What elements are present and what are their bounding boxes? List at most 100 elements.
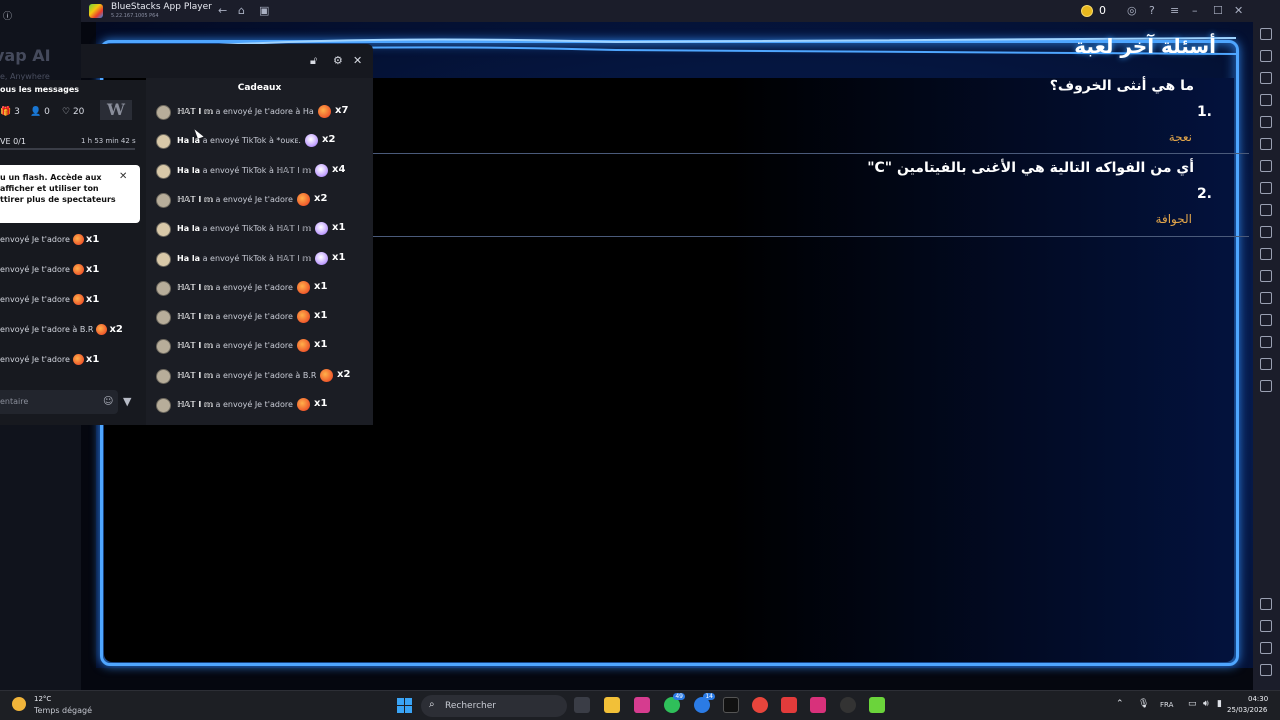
chrome-icon[interactable] (752, 697, 768, 713)
follows-stat: 👤 0 (30, 107, 50, 117)
tabs-icon[interactable]: ▣ (259, 4, 269, 17)
task-view-icon[interactable] (574, 697, 590, 713)
screen: أسئلة آخر لعبة ما هي أنثى الخروف؟ 1. نعج… (0, 0, 1280, 720)
back-icon[interactable]: ← (218, 4, 227, 17)
sender-name: ℍ𝔸𝕋 l 𝕞 (177, 312, 213, 322)
live-timer: 1 h 53 min 42 s (81, 137, 136, 145)
gift-row: Ha la a envoyé TikTok à ℍ𝔸𝕋 l 𝕞 x4 (156, 161, 371, 181)
comment-input[interactable]: entaire ☺ (0, 390, 118, 414)
network-icon[interactable]: ▭ (1188, 699, 1197, 709)
sidebar-tool-icon[interactable] (1260, 138, 1272, 150)
list-item: envoyé Je t'adore à B.R x2 (0, 324, 123, 335)
home-icon[interactable]: ⌂ (238, 4, 245, 17)
battery-icon[interactable]: ▮ (1217, 699, 1222, 709)
goal-progress-bar (0, 148, 135, 150)
sidebar-tool-icon[interactable] (1260, 182, 1272, 194)
gift-message: a envoyé Je t'adore (215, 400, 293, 409)
app-icon[interactable] (840, 697, 856, 713)
gift-text: Ha la a envoyé TikTok à ℍ𝔸𝕋 l 𝕞 (177, 224, 311, 233)
tiktok-gift-icon (315, 222, 328, 236)
gift-text: Ha la a envoyé TikTok à *ᴏᴜᴋᴇ. (177, 136, 301, 145)
question-separator (344, 236, 1249, 237)
tiktok-icon[interactable] (723, 697, 739, 713)
taskbar-search[interactable]: ⌕ Rechercher (421, 695, 567, 717)
gear-icon[interactable]: ⚙ (333, 54, 343, 67)
messages-header[interactable]: ous les messages (0, 85, 79, 94)
sidebar-tool-icon[interactable] (1260, 160, 1272, 172)
language-indicator[interactable]: FRA (1160, 701, 1173, 709)
gift-message: a envoyé Je t'adore (215, 341, 293, 351)
emoji-icon[interactable]: ☺ (103, 396, 113, 407)
whatsapp-badge: 49 (673, 693, 685, 700)
tray-chevron-icon[interactable]: ⌃ (1116, 699, 1124, 709)
weather-moon-icon[interactable] (12, 697, 26, 711)
home-icon[interactable] (1260, 642, 1272, 654)
sidebar-tool-icon[interactable] (1260, 50, 1272, 62)
gift-text: ℍ𝔸𝕋 l 𝕞 a envoyé Je t'adore à B.R (177, 371, 316, 380)
list-item: envoyé Je t'adore x1 (0, 354, 100, 365)
tiktok-live-icon[interactable] (810, 697, 826, 713)
maximize-icon[interactable]: ☐ (1213, 4, 1223, 17)
back-icon[interactable] (1260, 620, 1272, 632)
sidebar-tool-icon[interactable] (1260, 248, 1272, 260)
microphone-icon[interactable]: 🎙︎ (1138, 699, 1149, 709)
sidebar-tool-icon[interactable] (1260, 358, 1272, 370)
gift-message: a envoyé Je t'adore (215, 282, 293, 292)
search-icon: ⌕ (429, 699, 435, 710)
list-item: envoyé Je t'adore x1 (0, 264, 100, 275)
whatsapp-icon[interactable]: 49 (664, 693, 685, 713)
gift-text: ℍ𝔸𝕋 l 𝕞 a envoyé Je t'adore à Ha (177, 107, 314, 116)
search-placeholder: Rechercher (445, 701, 496, 711)
recents-icon[interactable] (1260, 664, 1272, 676)
gifts-stat: 🎁 3 (0, 107, 20, 117)
gift-message: a envoyé TikTok à *ᴏᴜᴋᴇ. (202, 136, 301, 146)
sidebar-tool-icon[interactable] (1260, 94, 1272, 106)
question-1-answer: نعجة (1168, 130, 1192, 144)
sidebar-tool-icon[interactable] (1260, 270, 1272, 282)
clock-date[interactable]: 25/03/2026 (1227, 706, 1267, 714)
messenger-icon[interactable]: 14 (694, 693, 715, 713)
sidebar-tool-icon[interactable] (1260, 336, 1272, 348)
info-icon[interactable]: ⓘ (3, 9, 12, 22)
gift-message: a envoyé Je t'adore à B.R (215, 370, 317, 380)
question-2-answer: الجوافة (1155, 212, 1192, 226)
start-button[interactable] (397, 698, 412, 713)
sidebar-tool-icon[interactable] (1260, 116, 1272, 128)
video-app-icon[interactable] (781, 697, 797, 713)
close-window-icon[interactable]: ✕ (1234, 4, 1243, 17)
lock-icon[interactable]: 🔓︎ (310, 54, 317, 68)
gifts-count: 3 (14, 107, 20, 117)
send-icon[interactable]: ▼ (123, 395, 131, 408)
heart-gift-icon (72, 264, 84, 275)
question-separator (344, 153, 1249, 154)
coin-icon (1081, 5, 1093, 17)
game-title: أسئلة آخر لعبة (1074, 34, 1216, 58)
instagram-icon[interactable] (634, 697, 650, 713)
sidebar-tool-icon[interactable] (1260, 226, 1272, 238)
bluestacks-taskbar-icon[interactable] (869, 697, 885, 713)
titlebar: BlueStacks App Player 5.22.167.1005 P64 … (81, 0, 1253, 22)
settings-icon[interactable] (1260, 598, 1272, 610)
gift-row: ℍ𝔸𝕋 l 𝕞 a envoyé Je t'adore x1 (156, 395, 371, 415)
sidebar-tool-icon[interactable] (1260, 72, 1272, 84)
clock-time[interactable]: 04:30 (1248, 695, 1268, 703)
fullscreen-icon[interactable] (1260, 28, 1272, 40)
volume-icon[interactable]: 🔊︎ (1203, 699, 1209, 709)
heart-gift-icon (297, 339, 310, 353)
file-explorer-icon[interactable] (604, 697, 620, 713)
menu-icon[interactable]: ≡ (1170, 4, 1179, 17)
sidebar-tool-icon[interactable] (1260, 204, 1272, 216)
sender-name: ℍ𝔸𝕋 l 𝕞 (177, 370, 213, 380)
sidebar-tool-icon[interactable] (1260, 292, 1272, 304)
account-icon[interactable]: ◎ (1127, 4, 1137, 17)
close-icon[interactable]: ✕ (353, 54, 362, 67)
sidebar-tool-icon[interactable] (1260, 314, 1272, 326)
help-icon[interactable]: ? (1149, 4, 1155, 17)
gift-text: Ha la a envoyé TikTok à ℍ𝔸𝕋 l 𝕞 (177, 254, 311, 263)
minimize-icon[interactable]: – (1192, 4, 1198, 17)
sidebar-tool-icon[interactable] (1260, 380, 1272, 392)
gift-row: ℍ𝔸𝕋 l 𝕞 a envoyé Je t'adore x1 (156, 307, 371, 327)
close-icon[interactable]: ✕ (119, 171, 127, 182)
gift-message: a envoyé Je t'adore (215, 194, 293, 204)
gift-multiplier: x2 (322, 134, 336, 146)
